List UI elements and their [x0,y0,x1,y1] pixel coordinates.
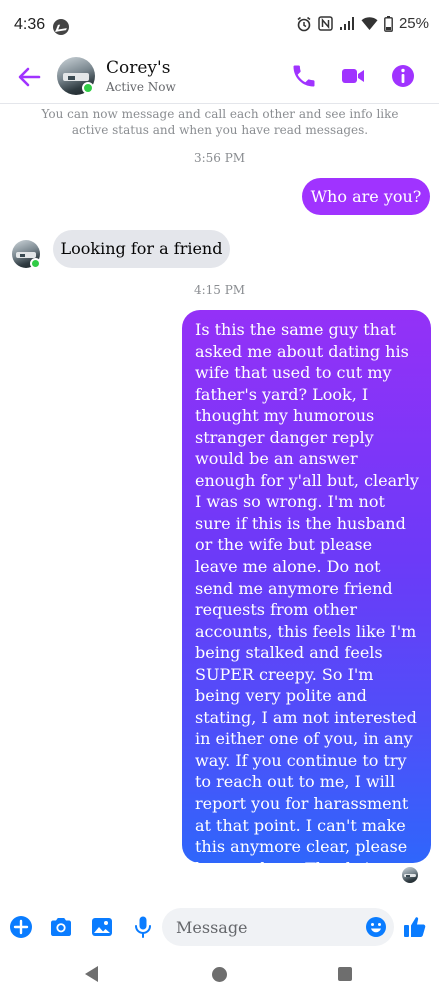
outgoing-message-long[interactable]: Is this the same guy that asked me about… [182,310,431,878]
wifi-icon [361,17,378,30]
back-arrow-icon[interactable] [14,62,44,92]
nav-back-icon[interactable] [85,966,98,982]
emoji-icon[interactable] [365,916,387,938]
chat-header: Corey's Active Now [0,54,439,102]
online-status-dot [30,258,41,269]
status-icons: 25% [296,15,429,32]
connection-notice: You can now message and call each other … [41,107,399,137]
thumbs-up-icon[interactable] [402,914,428,940]
camera-icon[interactable] [48,914,74,940]
nav-recents-icon[interactable] [338,967,352,981]
plus-icon[interactable] [8,914,34,940]
gallery-icon[interactable] [89,914,115,940]
incoming-message[interactable]: Looking for a friend [53,230,230,268]
phone-icon[interactable] [290,62,318,90]
contact-active-status: Active Now [106,80,176,94]
nav-home-icon[interactable] [212,967,227,982]
alarm-icon [297,16,311,31]
read-receipt-avatar [402,867,418,883]
message-input[interactable] [162,908,394,946]
info-icon[interactable] [389,62,417,90]
contact-name[interactable]: Corey's [106,58,170,78]
signal-icon [339,17,354,30]
battery-percent: 25% [398,15,429,32]
nfc-icon [318,16,333,31]
mic-icon[interactable] [130,914,156,940]
timestamp: 3:56 PM [193,151,246,165]
timestamp: 4:15 PM [193,283,246,297]
battery-icon [384,15,393,32]
online-status-dot [82,82,94,94]
header-divider [0,103,439,104]
messenger-icon [53,19,69,35]
status-time: 4:36 [14,16,46,33]
status-bar: 4:36 25% [0,0,439,54]
video-icon[interactable] [339,62,367,90]
outgoing-message[interactable]: Who are you? [302,178,430,215]
message-composer [0,904,439,950]
system-navbar [0,950,439,1000]
